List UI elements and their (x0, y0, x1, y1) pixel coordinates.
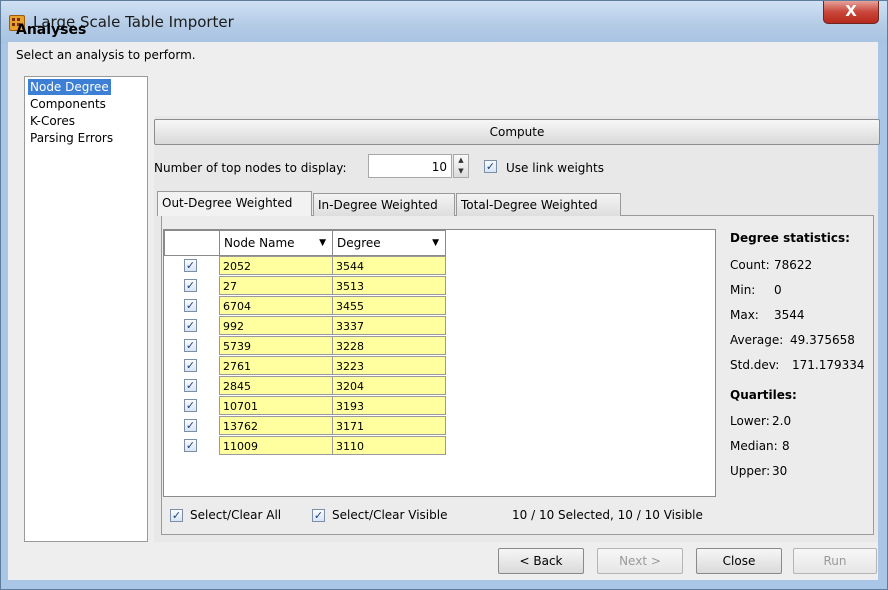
select-all-label: Select/Clear All (190, 508, 282, 522)
row-checkbox[interactable]: ✓ (184, 279, 197, 292)
analysis-item-parsing-errors[interactable]: Parsing Errors (28, 130, 115, 146)
use-link-weights-checkbox[interactable]: ✓ (484, 160, 497, 173)
cell-degree[interactable]: 3193 (332, 396, 446, 415)
close-icon[interactable]: X (823, 1, 879, 24)
back-button[interactable]: < Back (498, 548, 584, 574)
spin-up-icon[interactable]: ▲ (454, 155, 468, 166)
selection-status: 10 / 10 Selected, 10 / 10 Visible (512, 508, 703, 522)
select-column-header (164, 230, 220, 256)
cell-node-name[interactable]: 2761 (219, 356, 333, 375)
cell-degree[interactable]: 3110 (332, 436, 446, 455)
row-checkbox[interactable]: ✓ (184, 439, 197, 452)
tab-out-degree-weighted[interactable]: Out-Degree Weighted (157, 191, 312, 216)
page-title: Analyses (16, 22, 87, 38)
run-button[interactable]: Run (793, 548, 877, 574)
stat-count-value: 78622 (774, 258, 813, 272)
row-checkbox[interactable]: ✓ (184, 339, 197, 352)
analysis-item-components[interactable]: Components (28, 96, 108, 112)
degree-statistics-title: Degree statistics: (730, 231, 850, 245)
stat-min-value: 0 (774, 283, 782, 297)
stat-stddev-label: Std.dev: (730, 358, 780, 372)
top-nodes-spinner[interactable]: ▲ ▼ (453, 154, 469, 178)
stat-max-value: 3544 (774, 308, 805, 322)
stat-count-label: Count: (730, 258, 770, 272)
cell-node-name[interactable]: 2845 (219, 376, 333, 395)
row-checkbox[interactable]: ✓ (184, 419, 197, 432)
select-visible-label: Select/Clear Visible (332, 508, 448, 522)
select-visible-checkbox[interactable]: ✓ (312, 509, 325, 522)
cell-degree[interactable]: 3513 (332, 276, 446, 295)
column-header-degree[interactable]: Degree ▼ (332, 230, 446, 256)
title-bar: Large Scale Table Importer X (1, 1, 887, 43)
analysis-list: Node Degree Components K-Cores Parsing E… (24, 76, 148, 542)
stat-stddev-value: 171.179334 (792, 358, 865, 372)
stat-min-label: Min: (730, 283, 756, 297)
page-subtitle: Select an analysis to perform. (16, 48, 196, 62)
cell-node-name[interactable]: 992 (219, 316, 333, 335)
cell-node-name[interactable]: 2052 (219, 256, 333, 275)
quartile-lower-label: Lower: (730, 414, 770, 428)
compute-button[interactable]: Compute (154, 119, 880, 145)
tab-in-degree-weighted[interactable]: In-Degree Weighted (313, 193, 455, 216)
cell-degree[interactable]: 3171 (332, 416, 446, 435)
quartile-upper-label: Upper: (730, 464, 771, 478)
row-checkbox[interactable]: ✓ (184, 319, 197, 332)
tab-total-degree-weighted[interactable]: Total-Degree Weighted (456, 193, 621, 216)
stat-average-value: 49.375658 (790, 333, 855, 347)
column-header-node-name[interactable]: Node Name ▼ (219, 230, 333, 256)
quartile-median-value: 8 (782, 439, 790, 453)
cell-node-name[interactable]: 5739 (219, 336, 333, 355)
spin-down-icon[interactable]: ▼ (454, 166, 468, 177)
cell-degree[interactable]: 3337 (332, 316, 446, 335)
cell-node-name[interactable]: 10701 (219, 396, 333, 415)
quartiles-title: Quartiles: (730, 388, 797, 402)
cell-degree[interactable]: 3223 (332, 356, 446, 375)
cell-node-name[interactable]: 6704 (219, 296, 333, 315)
stat-average-label: Average: (730, 333, 784, 347)
cell-degree[interactable]: 3204 (332, 376, 446, 395)
row-checkbox[interactable]: ✓ (184, 259, 197, 272)
cell-degree[interactable]: 3544 (332, 256, 446, 275)
sort-arrow-icon: ▼ (319, 238, 326, 248)
cell-degree[interactable]: 3455 (332, 296, 446, 315)
analysis-item-node-degree[interactable]: Node Degree (28, 79, 111, 95)
top-nodes-label: Number of top nodes to display: (154, 161, 347, 175)
next-button[interactable]: Next > (597, 548, 683, 574)
use-link-weights-label: Use link weights (506, 161, 604, 175)
quartile-upper-value: 30 (772, 464, 788, 478)
analysis-item-k-cores[interactable]: K-Cores (28, 113, 77, 129)
row-checkbox[interactable]: ✓ (184, 299, 197, 312)
cell-node-name[interactable]: 13762 (219, 416, 333, 435)
quartile-median-label: Median: (730, 439, 778, 453)
cell-node-name[interactable]: 11009 (219, 436, 333, 455)
cell-node-name[interactable]: 27 (219, 276, 333, 295)
close-button[interactable]: Close (696, 548, 782, 574)
row-checkbox[interactable]: ✓ (184, 399, 197, 412)
select-all-checkbox[interactable]: ✓ (170, 509, 183, 522)
cell-degree[interactable]: 3228 (332, 336, 446, 355)
sort-arrow-icon: ▼ (432, 238, 439, 248)
row-checkbox[interactable]: ✓ (184, 359, 197, 372)
stat-max-label: Max: (730, 308, 759, 322)
quartile-lower-value: 2.0 (772, 414, 792, 428)
top-nodes-input[interactable]: 10 (368, 154, 452, 178)
row-checkbox[interactable]: ✓ (184, 379, 197, 392)
